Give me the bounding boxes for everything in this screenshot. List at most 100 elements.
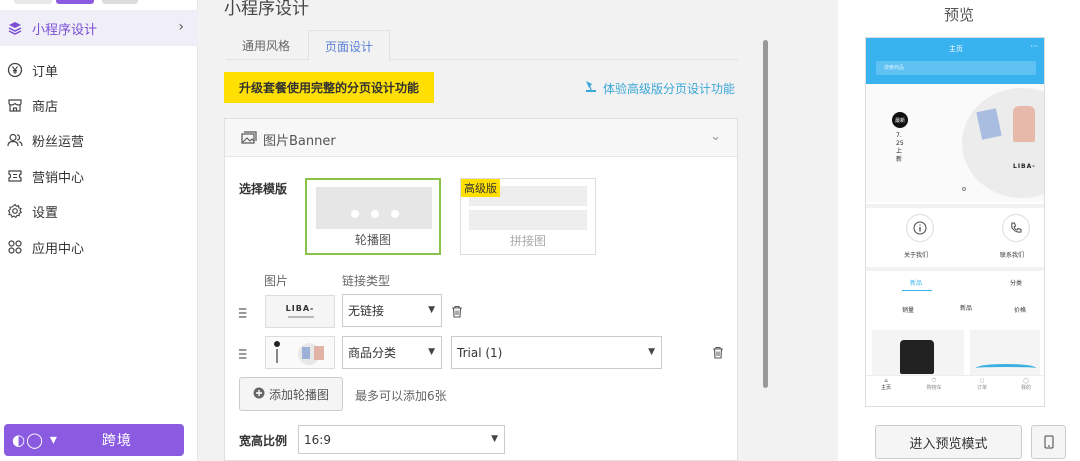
sidebar-item-label: 应用中心 bbox=[32, 241, 85, 257]
menu-icon: ▾ bbox=[49, 432, 58, 448]
phone-header-title: 主页 bbox=[949, 45, 963, 53]
thumb-line bbox=[276, 349, 278, 363]
carousel-preview bbox=[316, 187, 432, 229]
phone-nav-home: ⌂ 主页 bbox=[868, 378, 904, 391]
top-tab-active[interactable] bbox=[56, 0, 94, 4]
sidebar-item-fans[interactable]: 粉丝运营 bbox=[0, 122, 198, 158]
tab-bar: 通用风格 页面设计 bbox=[226, 30, 738, 61]
plus-circle-icon bbox=[253, 387, 265, 402]
thumb-line bbox=[288, 316, 314, 318]
tab-underline bbox=[902, 290, 932, 291]
divider bbox=[866, 267, 1044, 271]
sidebar-item-label: 营销中心 bbox=[32, 170, 85, 186]
page-title: 小程序设计 bbox=[224, 0, 309, 19]
phone-banner: 最新 7.25 上新 LIBA- bbox=[866, 84, 1044, 202]
top-tab[interactable] bbox=[102, 0, 138, 4]
add-banner-label: 添加轮播图 bbox=[268, 387, 329, 402]
sidebar-item-label: 粉丝运营 bbox=[32, 134, 85, 150]
chevron-right-icon: › bbox=[178, 19, 184, 35]
phone-tab-new: 新品 bbox=[910, 280, 923, 287]
sidebar-item-label: 订单 bbox=[32, 64, 59, 80]
trash-icon[interactable] bbox=[451, 305, 463, 318]
trash-icon[interactable] bbox=[712, 346, 724, 359]
banner-dress bbox=[1013, 106, 1035, 142]
link-type-select-2[interactable]: 商品分类 ▼ bbox=[342, 336, 442, 369]
drag-handle-icon[interactable]: ━ ━ ━ bbox=[239, 303, 251, 323]
sidebar-item-apps[interactable]: 应用中心 bbox=[0, 229, 198, 265]
lamp-icon bbox=[583, 80, 599, 97]
sidebar-item-label: 小程序设计 bbox=[32, 22, 98, 38]
product-glasses bbox=[976, 364, 1036, 372]
experience-link-label: 体验高级版分页设计功能 bbox=[603, 82, 736, 96]
link-target-select-2[interactable]: Trial (1) ▼ bbox=[451, 336, 662, 369]
promo-label: 跨境 bbox=[101, 433, 132, 449]
banner-thumb-1[interactable]: LIBA- bbox=[265, 295, 335, 328]
thumb-dress bbox=[314, 346, 324, 360]
thumb-shirt bbox=[302, 347, 310, 359]
gear-icon bbox=[6, 202, 24, 220]
enter-preview-button[interactable]: 进入预览模式 bbox=[875, 425, 1022, 459]
preview-title: 预览 bbox=[943, 6, 974, 24]
users-icon bbox=[6, 131, 24, 149]
store-icon bbox=[6, 96, 24, 114]
caret-down-icon: ▼ bbox=[648, 347, 655, 357]
product-card bbox=[970, 330, 1040, 376]
phone-preview: 主页 ··· 搜索商品 最新 7.25 上新 LIBA- 关于我们 联系我们 新 bbox=[865, 37, 1045, 407]
sidebar-item-settings[interactable]: 设置 bbox=[0, 193, 198, 229]
card-header[interactable]: 图片Banner ⌄ bbox=[225, 119, 737, 157]
product-bag bbox=[900, 340, 934, 374]
sidebar-item-label: 商店 bbox=[32, 99, 59, 115]
phone-bottom-nav: ⌂ 主页 ⛉ 购物车 ▢ 订单 ◯ 我的 bbox=[866, 375, 1044, 406]
mosaic-block bbox=[469, 210, 587, 230]
carousel-dots bbox=[351, 210, 399, 218]
sidebar-item-orders[interactable]: 订单 bbox=[0, 52, 198, 88]
banner-circle bbox=[962, 88, 1044, 198]
phone-nav-cart: ⛉ 购物车 bbox=[916, 378, 952, 391]
thumb-brand: LIBA- bbox=[285, 304, 315, 313]
watermark-logo-icon: ◐◯ bbox=[12, 431, 44, 449]
mobile-icon bbox=[1044, 435, 1053, 449]
sidebar-item-marketing[interactable]: 营销中心 bbox=[0, 158, 198, 194]
tab-page-design[interactable]: 页面设计 bbox=[308, 30, 391, 61]
tab-general-style[interactable]: 通用风格 bbox=[226, 30, 306, 61]
experience-link[interactable]: 体验高级版分页设计功能 bbox=[583, 80, 735, 97]
select-value: 16:9 bbox=[304, 432, 331, 447]
banner-indicator bbox=[962, 187, 966, 191]
banner-vertical-text: 7.25 上新 bbox=[896, 132, 904, 163]
card-title: 图片Banner bbox=[263, 134, 336, 149]
yen-icon bbox=[6, 61, 24, 79]
add-banner-button[interactable]: 添加轮播图 bbox=[239, 377, 343, 411]
premium-badge: 高级版 bbox=[461, 179, 500, 197]
phone-nav-label: 我的 bbox=[1020, 385, 1031, 391]
phone-search: 搜索商品 bbox=[876, 61, 1036, 75]
phone-icon-label: 关于我们 bbox=[904, 252, 929, 259]
template-carousel[interactable]: 轮播图 bbox=[305, 178, 441, 255]
phone-nav-orders: ▢ 订单 bbox=[964, 378, 1000, 391]
link-type-select-1[interactable]: 无链接 ▼ bbox=[342, 294, 442, 327]
phone-nav-me: ◯ 我的 bbox=[1008, 378, 1044, 391]
scrollbar[interactable] bbox=[763, 40, 768, 388]
promo-banner[interactable]: ◐◯ ▾ 跨境 bbox=[4, 424, 184, 456]
drag-handle-icon[interactable]: ━ ━ ━ bbox=[239, 344, 251, 364]
template-mosaic[interactable]: 高级版 拼接图 bbox=[460, 178, 596, 255]
info-icon bbox=[906, 214, 934, 242]
layers-icon bbox=[6, 19, 24, 37]
sidebar-item-miniapp-design[interactable]: 小程序设计 › bbox=[0, 10, 198, 46]
banner-card: 图片Banner ⌄ 选择模版 轮播图 高级版 拼接图 图片 链接类型 ━ ━ ━ … bbox=[224, 118, 738, 461]
phone-nav-label: 购物车 bbox=[926, 385, 942, 391]
more-icon: ··· bbox=[1030, 42, 1038, 51]
caret-down-icon: ▼ bbox=[428, 305, 435, 315]
banner-brand: LIBA- bbox=[1013, 163, 1036, 170]
phone-nav-label: 主页 bbox=[880, 385, 891, 391]
upgrade-button[interactable]: 升级套餐使用完整的分页设计功能 bbox=[224, 72, 434, 103]
chevron-down-icon[interactable]: ⌄ bbox=[710, 129, 721, 144]
ratio-select[interactable]: 16:9 ▼ bbox=[298, 425, 505, 454]
phone-tab-category: 分类 bbox=[1010, 280, 1023, 287]
top-tab[interactable] bbox=[14, 0, 52, 4]
mobile-device-button[interactable] bbox=[1031, 425, 1066, 459]
sidebar-item-store[interactable]: 商店 bbox=[0, 87, 198, 123]
preview-panel: 预览 主页 ··· 搜索商品 最新 7.25 上新 LIBA- 关于我们 联系我… bbox=[838, 0, 1080, 461]
template-label: 选择模版 bbox=[239, 182, 288, 196]
banner-thumb-2[interactable] bbox=[265, 336, 335, 369]
select-value: 无链接 bbox=[348, 304, 385, 318]
